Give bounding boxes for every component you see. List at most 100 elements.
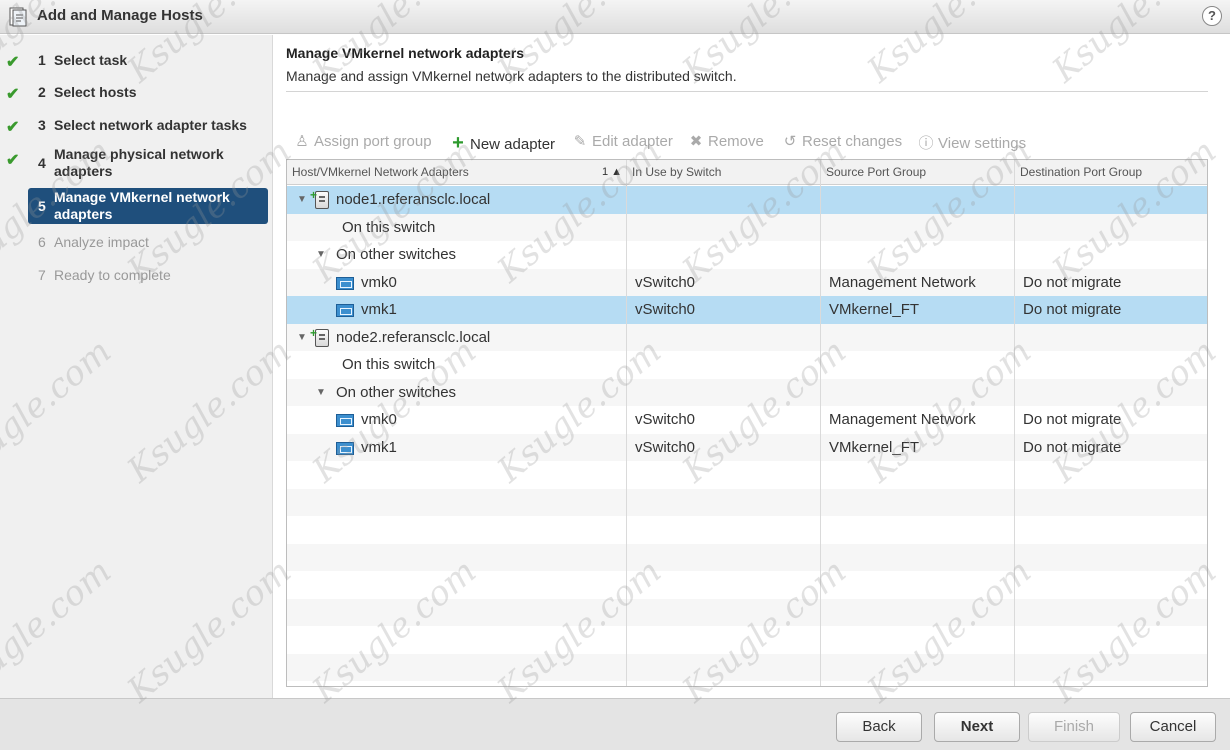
reset-changes-button[interactable]: ↺ Reset changes (782, 132, 902, 150)
host-add-badge-icon: + (310, 325, 318, 340)
table-row[interactable]: On this switch (287, 213, 1207, 241)
table-row[interactable]: ▼ + node2.referansclc.local (287, 323, 1207, 351)
sort-ascending-icon: 1 ▲ (601, 166, 622, 178)
expand-triangle-icon: ▼ (297, 331, 307, 343)
page-subtitle: Manage and assign VMkernel network adapt… (286, 68, 737, 84)
empty-row (287, 571, 1207, 599)
column-header-host[interactable]: Host/VMkernel Network Adapters 1 ▲ (287, 160, 627, 185)
adapter-name: vmk0 (361, 273, 397, 291)
adapter-name: vmk1 (361, 301, 397, 318)
column-header-source-port-group[interactable]: Source Port Group (821, 160, 1015, 185)
table-row[interactable]: vmk0 vSwitch0 Management Network Do not mig… (287, 406, 1207, 434)
empty-row (287, 488, 1207, 516)
edit-adapter-button[interactable]: ✎ Edit adapter (572, 132, 673, 150)
table-row[interactable]: vmk0 vSwitch0 Management Network Do not mig… (287, 268, 1207, 296)
table-row[interactable]: ▼ On other switches (287, 378, 1207, 406)
step-number: 2 (38, 84, 46, 100)
check-icon: ✔ (6, 119, 20, 136)
remove-x-icon: ✖ (689, 133, 703, 150)
source-port-group: VMkernel_FT (829, 438, 920, 456)
destination-port-group: Do not migrate (1023, 438, 1122, 456)
step-number: 5 (38, 198, 46, 214)
source-port-group: VMkernel_FT (829, 301, 920, 318)
assign-port-group-button[interactable]: ♙ Assign port group (294, 132, 432, 150)
help-icon[interactable]: ? (1202, 6, 1222, 26)
step-label: Ready to complete (54, 267, 171, 283)
adapter-name: vmk1 (361, 438, 397, 456)
vmkernel-adapter-icon (336, 276, 354, 290)
edit-adapter-label: Edit adapter (592, 133, 673, 150)
remove-button[interactable]: ✖ Remove (688, 132, 764, 150)
in-use-by-switch: vSwitch0 (635, 411, 696, 428)
new-adapter-label: New adapter (470, 136, 556, 153)
column-header-destination-port-group[interactable]: Destination Port Group (1015, 160, 1207, 185)
back-button[interactable]: Back (836, 712, 922, 742)
table-row[interactable]: ▼ + node1.referansclc.local (287, 186, 1207, 214)
host-name: node1.referansclc.local (336, 191, 491, 208)
column-divider (626, 160, 627, 686)
plus-icon: + (452, 132, 464, 154)
column-header-label: Destination Port Group (1020, 165, 1143, 179)
check-icon: ✔ (6, 86, 20, 103)
group-label: On other switches (336, 383, 457, 401)
destination-port-group: Do not migrate (1023, 411, 1122, 428)
expand-triangle-icon: ▼ (297, 194, 307, 205)
column-header-label: In Use by Switch (632, 165, 722, 179)
step-number: 3 (38, 117, 46, 133)
vmkernel-adapters-grid: Host/VMkernel Network Adapters 1 ▲ In Us… (286, 159, 1208, 687)
vmkernel-adapter-icon (336, 304, 354, 317)
page-title: Manage VMkernel network adapters (286, 45, 525, 61)
assign-port-group-label: Assign port group (314, 133, 432, 150)
column-header-label: Host/VMkernel Network Adapters (292, 165, 469, 179)
source-port-group: Management Network (829, 411, 976, 428)
step-label: Analyze impact (54, 234, 149, 250)
reset-changes-label: Reset changes (802, 133, 903, 150)
table-row[interactable]: vmk1 vSwitch0 VMkernel_FT Do not migrate (287, 296, 1207, 324)
vmkernel-adapter-icon (336, 414, 354, 427)
check-icon: ✔ (6, 152, 20, 169)
pencil-icon: ✎ (573, 133, 587, 150)
vmkernel-adapter-icon (336, 441, 354, 455)
host-name: node2.referansclc.local (336, 328, 491, 346)
empty-row (287, 516, 1207, 544)
empty-row (287, 653, 1207, 681)
empty-row (287, 626, 1207, 654)
new-adapter-button[interactable]: + New adapter (450, 132, 555, 155)
wizard-steps-nav: ✔ 1 Select task ✔ 2 Select hosts ✔ 3 Sel… (0, 35, 273, 698)
step-label: Select network adapter tasks (54, 117, 247, 133)
next-button[interactable]: Next (934, 712, 1020, 742)
divider (286, 91, 1208, 92)
in-use-by-switch: vSwitch0 (635, 273, 696, 291)
destination-port-group: Do not migrate (1023, 273, 1122, 291)
group-label: On this switch (342, 218, 436, 236)
destination-port-group: Do not migrate (1023, 301, 1122, 318)
step-number: 6 (38, 234, 46, 250)
table-row[interactable]: vmk1 vSwitch0 VMkernel_FT Do not migrate (287, 433, 1207, 461)
main-panel: Manage VMkernel network adapters Manage … (274, 35, 1230, 698)
host-icon (315, 328, 329, 347)
step-label: Manage physical network adapters (54, 146, 224, 179)
column-header-in-use-by-switch[interactable]: In Use by Switch (627, 160, 821, 185)
expand-triangle-icon: ▼ (316, 386, 326, 398)
host-icon (315, 191, 329, 209)
in-use-by-switch: vSwitch0 (635, 438, 696, 456)
cancel-button[interactable]: Cancel (1130, 712, 1216, 742)
view-settings-button[interactable]: ⓘ View settings (918, 132, 1026, 153)
info-icon: ⓘ (918, 135, 934, 152)
finish-button: Finish (1028, 712, 1120, 742)
step-number: 1 (38, 52, 46, 68)
wizard-icon (9, 7, 27, 27)
column-divider (1014, 160, 1015, 686)
step-label: Select task (54, 52, 128, 68)
empty-row (287, 543, 1207, 571)
group-label: On other switches (336, 246, 457, 263)
table-row[interactable]: ▼ On other switches (287, 241, 1207, 269)
view-settings-label: View settings (938, 135, 1027, 152)
expand-triangle-icon: ▼ (316, 249, 326, 260)
table-row[interactable]: On this switch (287, 351, 1207, 379)
step-number: 7 (38, 267, 46, 283)
step-manage-vmkernel-adapters[interactable]: 5 Manage VMkernel network adapters (28, 188, 268, 224)
empty-row (287, 461, 1207, 489)
column-header-label: Source Port Group (826, 165, 927, 179)
step-number: 4 (38, 155, 46, 171)
